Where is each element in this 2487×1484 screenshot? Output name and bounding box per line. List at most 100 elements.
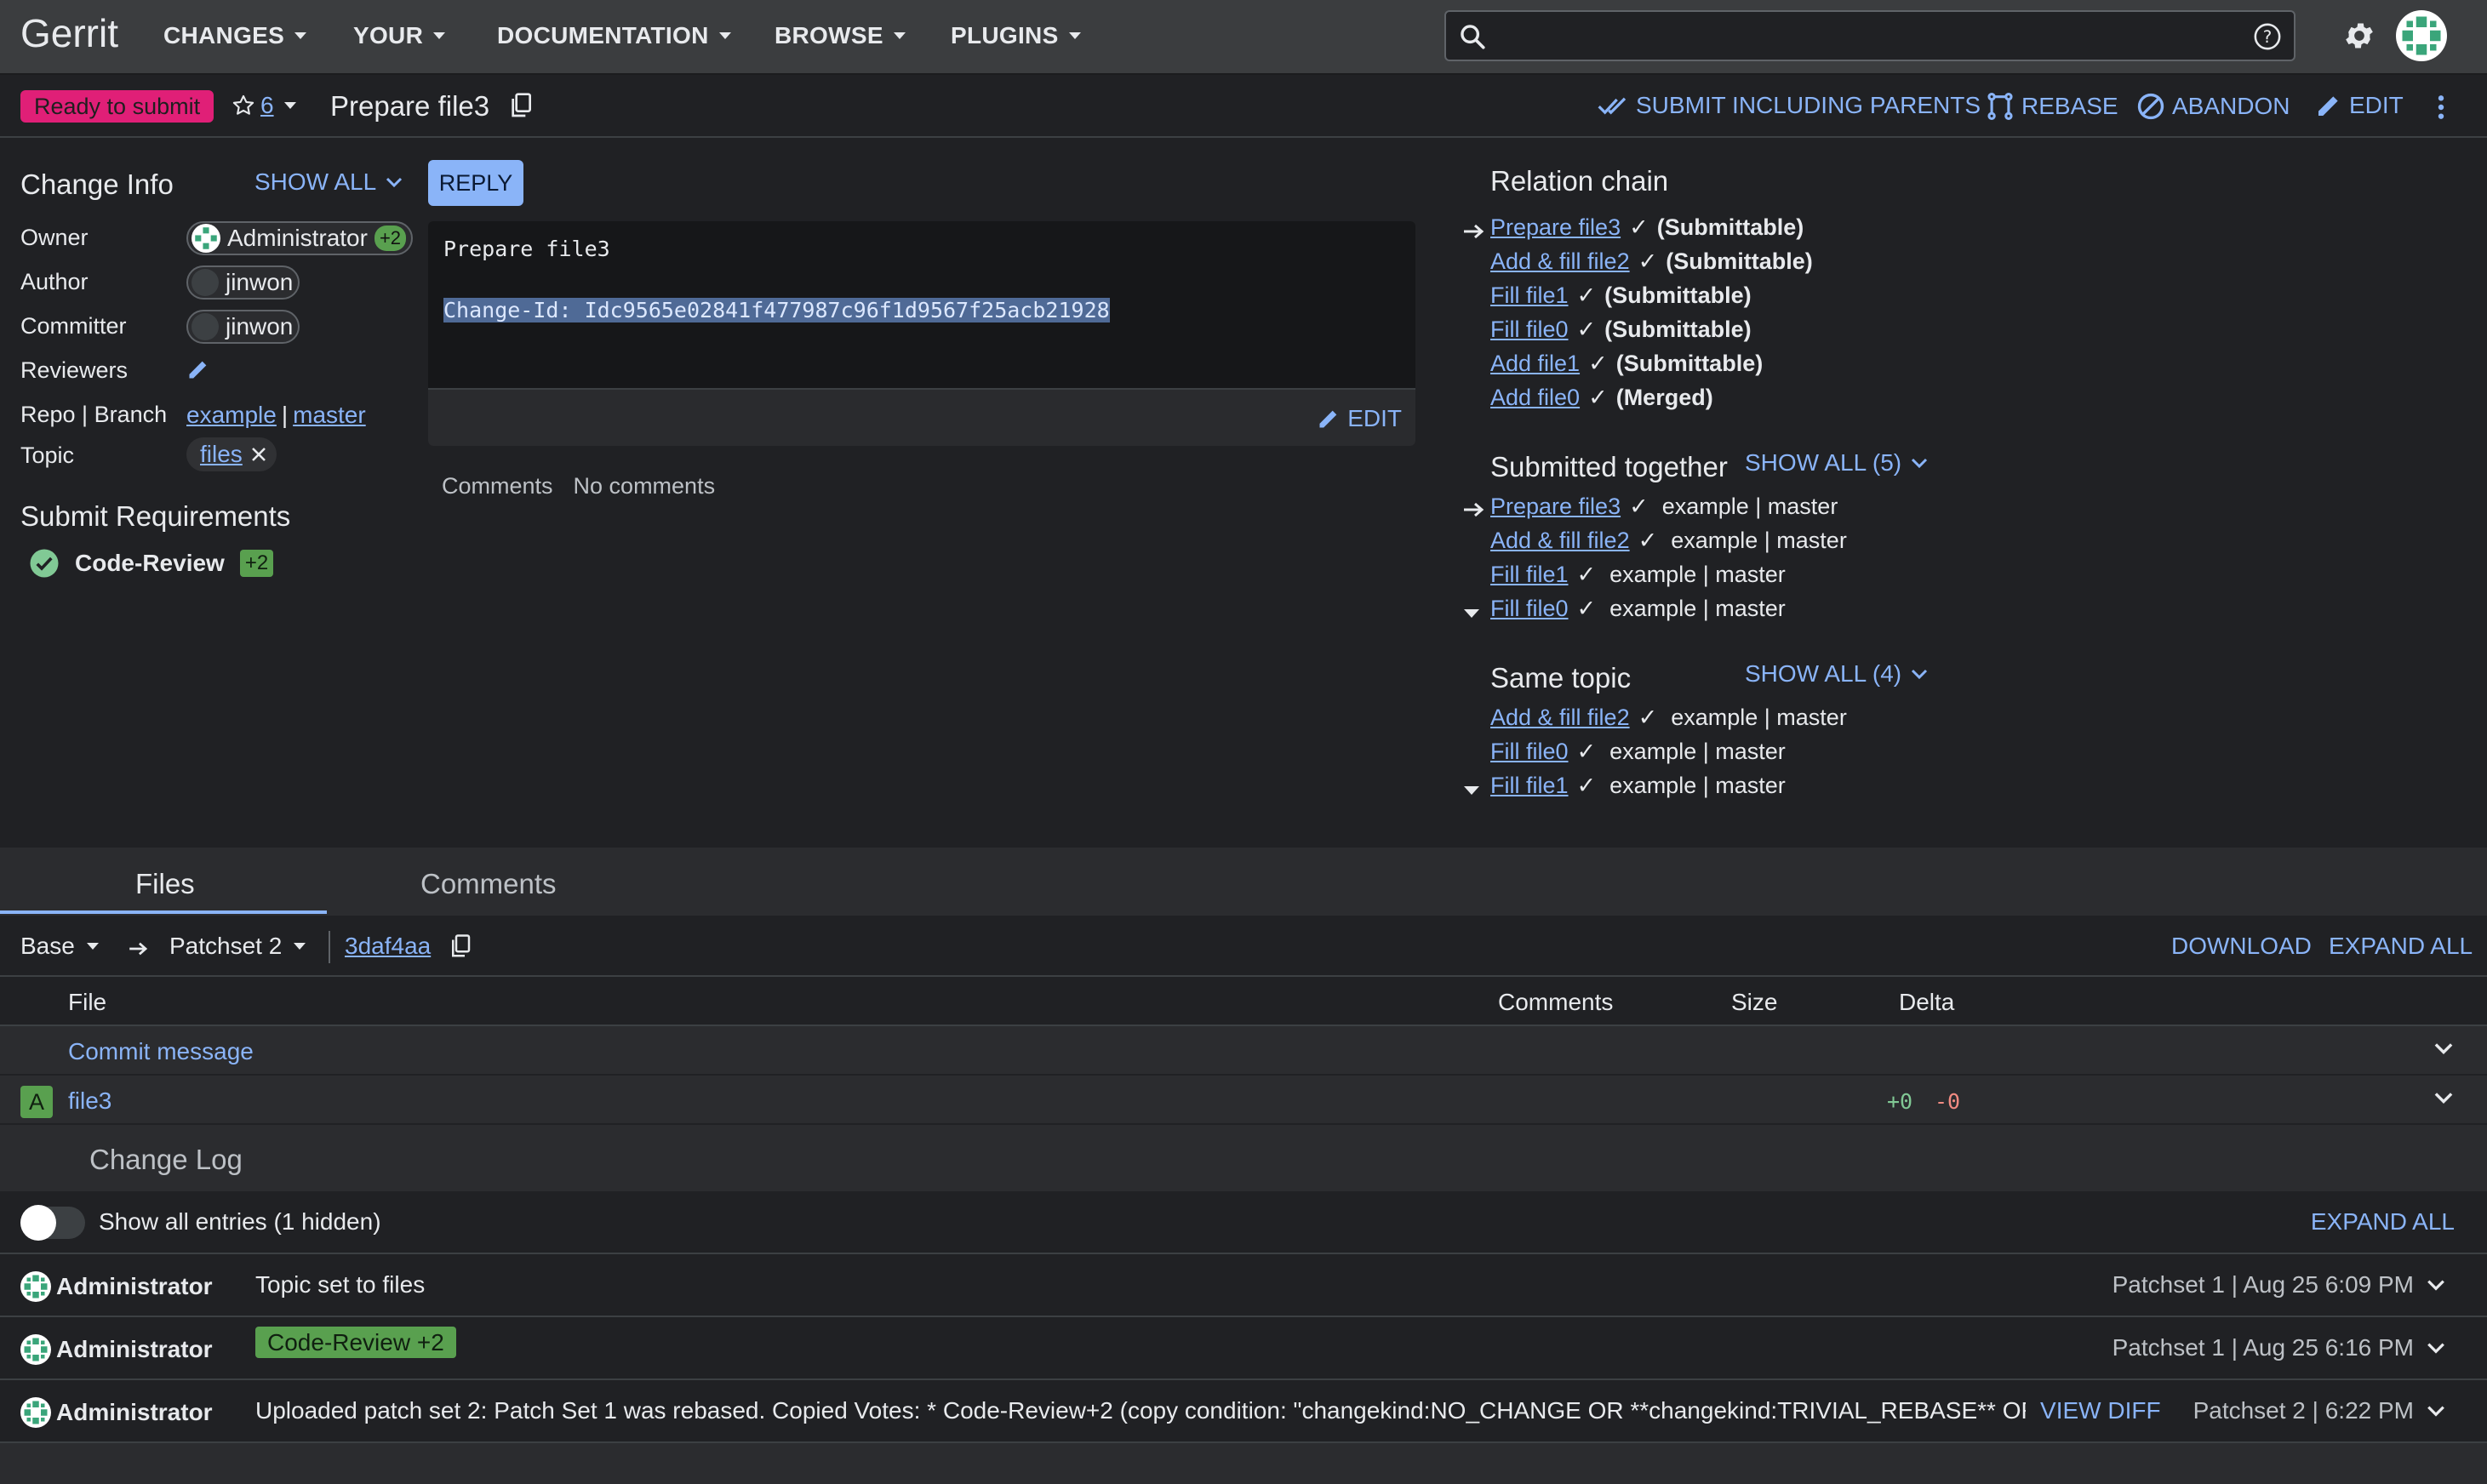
- chevron-down-icon[interactable]: [2426, 1341, 2446, 1355]
- relation-chain-link[interactable]: Add file1: [1490, 351, 1580, 377]
- edit-commit-button[interactable]: EDIT: [1317, 405, 1402, 432]
- tab-comments[interactable]: Comments: [420, 868, 557, 900]
- commit-message-row[interactable]: Commit message: [0, 1026, 2487, 1076]
- star-icon[interactable]: [232, 94, 255, 117]
- status-badge: Ready to submit: [20, 90, 214, 123]
- topic-chip: files: [186, 437, 277, 471]
- committer-chip[interactable]: jinwon: [186, 310, 300, 346]
- expand-all-log-button[interactable]: EXPAND ALL: [2311, 1208, 2455, 1236]
- repo-link[interactable]: example: [186, 402, 277, 429]
- author-label: Author: [20, 269, 89, 294]
- reply-button[interactable]: REPLY: [428, 160, 523, 206]
- change-title: Prepare file3: [330, 90, 490, 122]
- topic-link[interactable]: files: [200, 441, 243, 468]
- download-button[interactable]: DOWNLOAD: [2171, 933, 2312, 960]
- show-all-entries-toggle[interactable]: [20, 1205, 85, 1241]
- relation-chain-link[interactable]: Add & fill file2: [1490, 248, 1630, 275]
- separator: |: [281, 402, 289, 428]
- submit-including-parents-button[interactable]: SUBMIT INCLUDING PARENTS: [1597, 92, 1981, 119]
- show-all-submitted-button[interactable]: SHOW ALL (5): [1745, 449, 1929, 477]
- help-icon[interactable]: ?: [2253, 22, 2282, 51]
- change-log-entry[interactable]: Administrator Topic set to files Patchset …: [0, 1254, 2487, 1317]
- entry-author: Administrator: [20, 1334, 213, 1365]
- commit-sha-link[interactable]: 3daf4aa: [345, 933, 431, 960]
- relation-status: (Submittable): [1604, 283, 1752, 308]
- abandon-button[interactable]: ABANDON: [2136, 92, 2290, 121]
- commit-message-box: Prepare file3 Change-Id: Idc9565e02841f4…: [428, 221, 1415, 446]
- caret-down-icon: [718, 32, 731, 39]
- caret-down-icon: [1464, 786, 1479, 795]
- chevron-down-icon[interactable]: [2433, 1042, 2455, 1055]
- relation-chain-link[interactable]: Add file0: [1490, 385, 1580, 411]
- nav-plugins[interactable]: PLUGINS: [951, 22, 1081, 49]
- nav-documentation[interactable]: DOCUMENTATION: [497, 22, 731, 49]
- show-all-button[interactable]: SHOW ALL: [254, 168, 403, 196]
- submitted-together-link[interactable]: Add & fill file2: [1490, 528, 1630, 554]
- reviewers-label: Reviewers: [20, 357, 129, 383]
- branch-link[interactable]: master: [293, 402, 366, 429]
- submitted-together-title: Submitted together: [1490, 451, 1728, 482]
- chevron-down-icon[interactable]: [2426, 1404, 2446, 1418]
- copy-icon[interactable]: [509, 92, 533, 119]
- entry-author: Administrator: [20, 1271, 213, 1302]
- change-log-title: Change Log: [89, 1144, 243, 1175]
- author-chip[interactable]: jinwon: [186, 265, 300, 302]
- relation-chain-link[interactable]: Fill file1: [1490, 283, 1569, 309]
- relation-chain-link[interactable]: Prepare file3: [1490, 214, 1621, 241]
- col-size: Size: [1731, 989, 1778, 1015]
- repo-branch-info: example | master: [1671, 705, 1847, 730]
- same-topic-link[interactable]: Fill file1: [1490, 773, 1569, 799]
- change-log-header: Change Log: [0, 1125, 2487, 1191]
- chevron-down-icon: [1912, 458, 1928, 469]
- user-avatar[interactable]: [2396, 10, 2447, 61]
- more-vert-icon[interactable]: [2436, 94, 2446, 121]
- owner-label: Owner: [20, 225, 89, 250]
- nav-browse[interactable]: BROWSE: [775, 22, 906, 49]
- nav-your[interactable]: YOUR: [353, 22, 446, 49]
- relation-chain-link[interactable]: Fill file0: [1490, 317, 1569, 343]
- change-log-entry[interactable]: Administrator Uploaded patch set 2: Patch…: [0, 1380, 2487, 1443]
- gear-icon[interactable]: [2342, 19, 2376, 53]
- nav-changes[interactable]: CHANGES: [163, 22, 307, 49]
- change-log-entry[interactable]: Administrator Code-Review +2 Patchset 1 | …: [0, 1317, 2487, 1380]
- caret-down-icon[interactable]: [283, 102, 296, 109]
- copy-icon[interactable]: [449, 933, 472, 959]
- entry-date: Patchset 2 | 6:22 PM: [2193, 1397, 2414, 1424]
- same-topic-link[interactable]: Fill file0: [1490, 739, 1569, 765]
- gerrit-logo[interactable]: Gerrit: [20, 10, 118, 56]
- arrow-right-icon: [1464, 502, 1484, 517]
- chevron-down-icon[interactable]: [2426, 1278, 2446, 1292]
- show-all-topic-button[interactable]: SHOW ALL (4): [1745, 660, 1929, 688]
- base-select[interactable]: Base: [20, 933, 99, 960]
- tab-files[interactable]: Files: [135, 868, 195, 900]
- same-topic-link[interactable]: Add & fill file2: [1490, 705, 1630, 731]
- edit-button[interactable]: EDIT: [2315, 92, 2404, 119]
- action-label: REBASE: [2021, 93, 2118, 119]
- search-input[interactable]: ?: [1444, 10, 2295, 61]
- submitted-together-link[interactable]: Prepare file3: [1490, 494, 1621, 520]
- submitted-together-link[interactable]: Fill file0: [1490, 596, 1569, 622]
- star-control[interactable]: 6: [232, 92, 296, 119]
- star-count[interactable]: 6: [260, 92, 274, 119]
- pencil-icon: [189, 361, 207, 379]
- view-diff-button[interactable]: VIEW DIFF: [2040, 1397, 2161, 1424]
- expand-all-files-button[interactable]: EXPAND ALL: [2329, 933, 2473, 960]
- comments-label: Comments: [442, 473, 553, 499]
- comments-summary: Comments No comments: [442, 473, 715, 499]
- chevron-down-icon[interactable]: [2433, 1091, 2455, 1104]
- nav-label: BROWSE: [775, 22, 883, 49]
- close-icon[interactable]: [249, 445, 268, 464]
- file-name-link[interactable]: file3: [68, 1087, 111, 1115]
- owner-name: Administrator: [227, 225, 368, 251]
- relation-status: (Submittable): [1615, 351, 1764, 376]
- patchset-select[interactable]: Patchset 2: [169, 933, 306, 960]
- rebase-button[interactable]: REBASE: [1986, 92, 2118, 121]
- edit-reviewers-button[interactable]: [186, 357, 210, 381]
- submitted-together-link[interactable]: Fill file1: [1490, 562, 1569, 588]
- commit-message-link[interactable]: Commit message: [68, 1038, 254, 1065]
- avatar: [20, 1397, 51, 1428]
- commit-sha: 3daf4aa: [345, 933, 472, 960]
- file-row[interactable]: A file3 +0 -0: [0, 1076, 2487, 1125]
- nav-label: DOCUMENTATION: [497, 22, 709, 49]
- owner-chip[interactable]: Administrator +2: [186, 221, 414, 259]
